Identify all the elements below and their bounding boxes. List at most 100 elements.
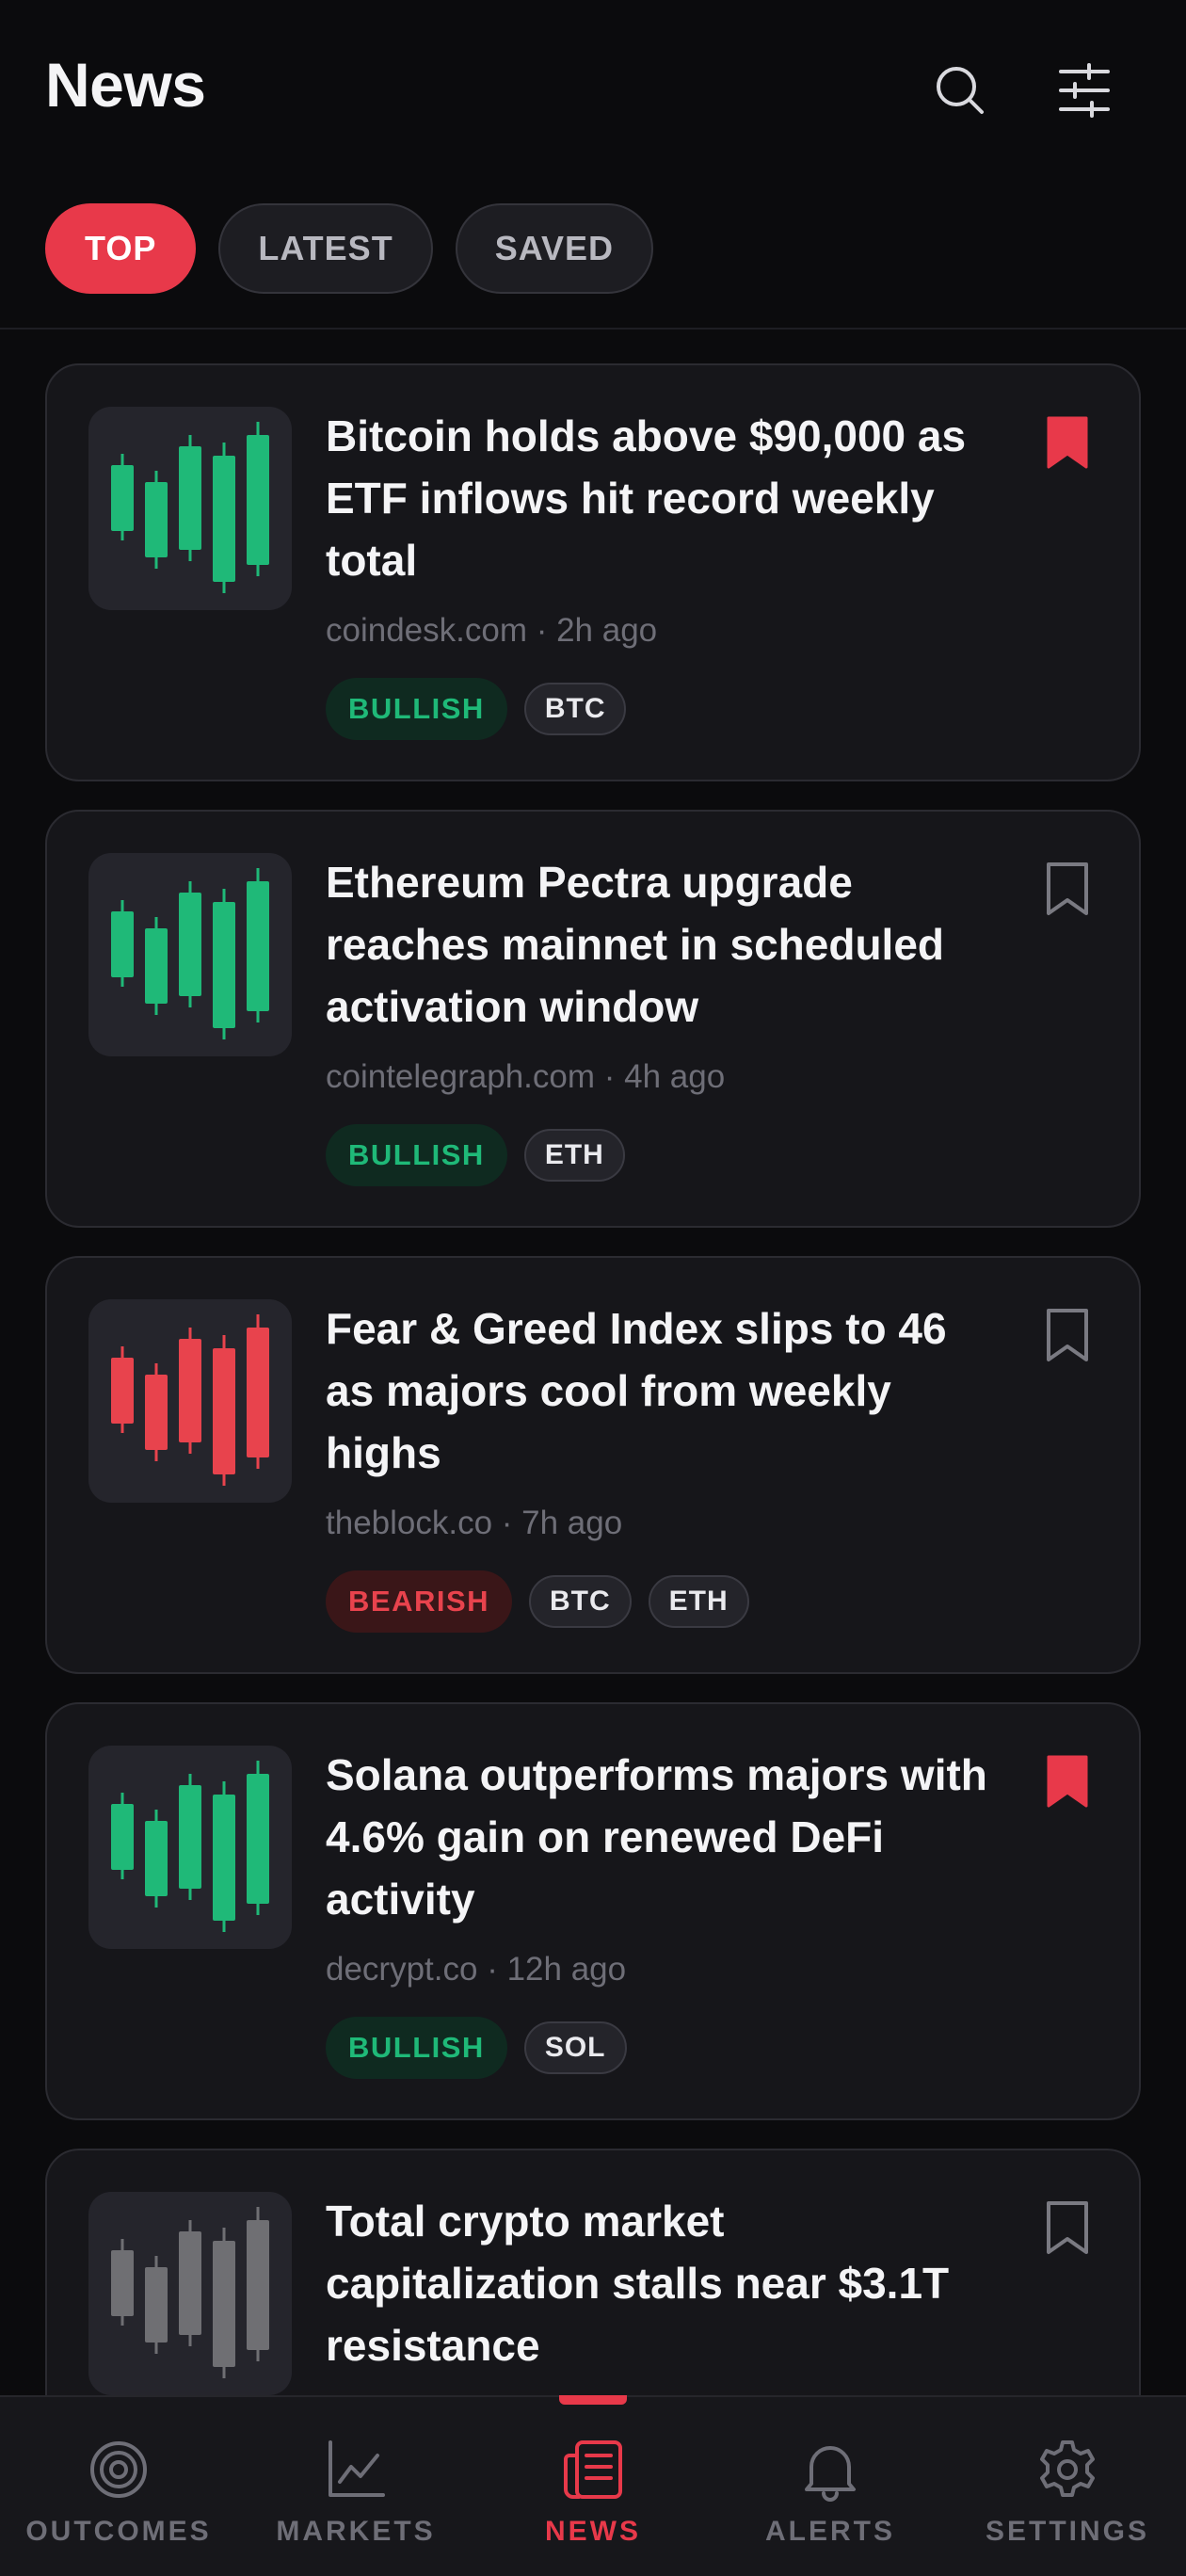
article-headline[interactable]: Ethereum Pectra upgrade reaches mainnet … [326,851,994,1038]
nav-settings[interactable]: SETTINGS [949,2397,1186,2576]
candle-body [179,1785,201,1889]
candle-body [145,2267,168,2343]
article-tags: BULLISH SOL [326,2017,627,2079]
bookmark-button[interactable] [1039,412,1096,473]
article-thumbnail [88,407,292,610]
candle-body [213,1348,235,1474]
ticker-chip[interactable]: ETH [648,1575,749,1628]
news-screen: News TOP LATEST SAVED Bitcoin holds abov… [0,0,1186,2576]
line-chart-icon [329,2440,385,2497]
candlestick-icon [111,868,269,1039]
gear-icon [1040,2440,1095,2497]
candle-body [145,1375,168,1450]
tab-top[interactable]: TOP [45,203,197,294]
bell-icon [805,2446,856,2502]
nav-news[interactable]: NEWS [474,2395,712,2576]
candle-body [145,1821,168,1896]
nav-label: ALERTS [765,2516,895,2547]
candle-body [111,1358,134,1424]
tab-latest[interactable]: LATEST [218,203,433,294]
candle-body [213,456,235,582]
candle-body [213,902,235,1028]
candle-body [179,446,201,550]
nav-label: NEWS [545,2516,641,2547]
bottom-nav: OUTCOMES MARKETS NEWS ALERTS SETTINGS [0,2395,1186,2576]
candle-body [111,465,134,531]
ticker-chip[interactable]: ETH [523,1129,625,1182]
candle-body [247,1328,269,1457]
candle-body [145,928,168,1004]
bookmark-button[interactable] [1039,1751,1096,1811]
article-tags: BEARISH BTC ETH [326,1570,749,1633]
bookmark-button[interactable] [1039,859,1096,919]
article-thumbnail [88,1299,292,1503]
bookmark-button[interactable] [1039,1305,1096,1365]
header-divider [0,328,1186,330]
bookmark-outline-icon [1047,862,1088,915]
sentiment-badge: BULLISH [326,678,507,740]
candle-body [111,1804,134,1870]
bookmark-button[interactable] [1039,2198,1096,2258]
bookmark-filled-icon [1047,416,1088,469]
nav-label: SETTINGS [985,2516,1149,2547]
candlestick-icon [111,422,269,593]
article-headline[interactable]: Fear & Greed Index slips to 46 as majors… [326,1297,994,1484]
candle-body [179,1339,201,1442]
search-button[interactable] [922,53,998,128]
candle-body [111,911,134,977]
bookmark-outline-shape [1047,1309,1088,1361]
candlestick-icon [111,2207,269,2378]
tab-bar: TOP LATEST SAVED [45,203,654,294]
nav-outcomes[interactable]: OUTCOMES [0,2397,237,2576]
filter-button[interactable] [1047,53,1122,128]
article-thumbnail [88,2192,292,2395]
bookmark-filled-shape [1047,1755,1088,1808]
nav-markets[interactable]: MARKETS [237,2397,474,2576]
news-card[interactable]: Ethereum Pectra upgrade reaches mainnet … [45,810,1141,1228]
candle-body [111,2250,134,2316]
article-headline[interactable]: Bitcoin holds above $90,000 as ETF inflo… [326,405,994,591]
candle-body [213,1795,235,1921]
search-icon [937,67,984,114]
bookmark-filled-shape [1047,416,1088,469]
article-meta: decrypt.co · 12h ago [326,1951,627,1988]
news-card[interactable]: Solana outperforms majors with 4.6% gain… [45,1702,1141,2120]
ticker-chip[interactable]: SOL [523,2021,627,2074]
article-meta: coindesk.com · 2h ago [326,612,658,649]
news-card[interactable]: Bitcoin holds above $90,000 as ETF inflo… [45,363,1141,781]
candle-body [145,482,168,557]
newspaper-icon [564,2440,622,2499]
candle-body [247,2220,269,2350]
candlestick-icon [111,1314,269,1486]
tab-saved[interactable]: SAVED [455,203,654,294]
candle-body [247,881,269,1011]
article-tags: BULLISH BTC [326,678,627,740]
article-tags: BULLISH ETH [326,1124,625,1186]
article-headline[interactable]: Solana outperforms majors with 4.6% gain… [326,1744,994,1930]
nav-alerts[interactable]: ALERTS [712,2397,949,2576]
candle-body [179,893,201,996]
article-thumbnail [88,1746,292,1949]
candlestick-icon [111,1761,269,1932]
candle-body [247,435,269,565]
article-thumbnail [88,853,292,1056]
article-headline[interactable]: Total crypto market capitalization stall… [326,2190,994,2376]
sliders-icon [1059,63,1110,118]
nav-label: OUTCOMES [25,2516,212,2547]
ticker-chip[interactable]: BTC [523,683,627,735]
bookmark-outline-icon [1047,2201,1088,2254]
candle-body [247,1774,269,1904]
sentiment-badge: BEARISH [326,1570,513,1633]
news-feed[interactable]: Bitcoin holds above $90,000 as ETF inflo… [45,363,1141,2576]
bookmark-outline-icon [1047,1309,1088,1361]
ticker-chip[interactable]: BTC [529,1575,632,1628]
target-icon [90,2441,147,2498]
nav-label: MARKETS [276,2516,436,2547]
news-card[interactable]: Fear & Greed Index slips to 46 as majors… [45,1256,1141,1674]
bookmark-outline-shape [1047,862,1088,915]
bookmark-outline-shape [1047,2201,1088,2254]
article-meta: theblock.co · 7h ago [326,1505,623,1541]
sentiment-badge: BULLISH [326,1124,507,1186]
bookmark-filled-icon [1047,1755,1088,1808]
active-tab-indicator [559,2395,627,2405]
